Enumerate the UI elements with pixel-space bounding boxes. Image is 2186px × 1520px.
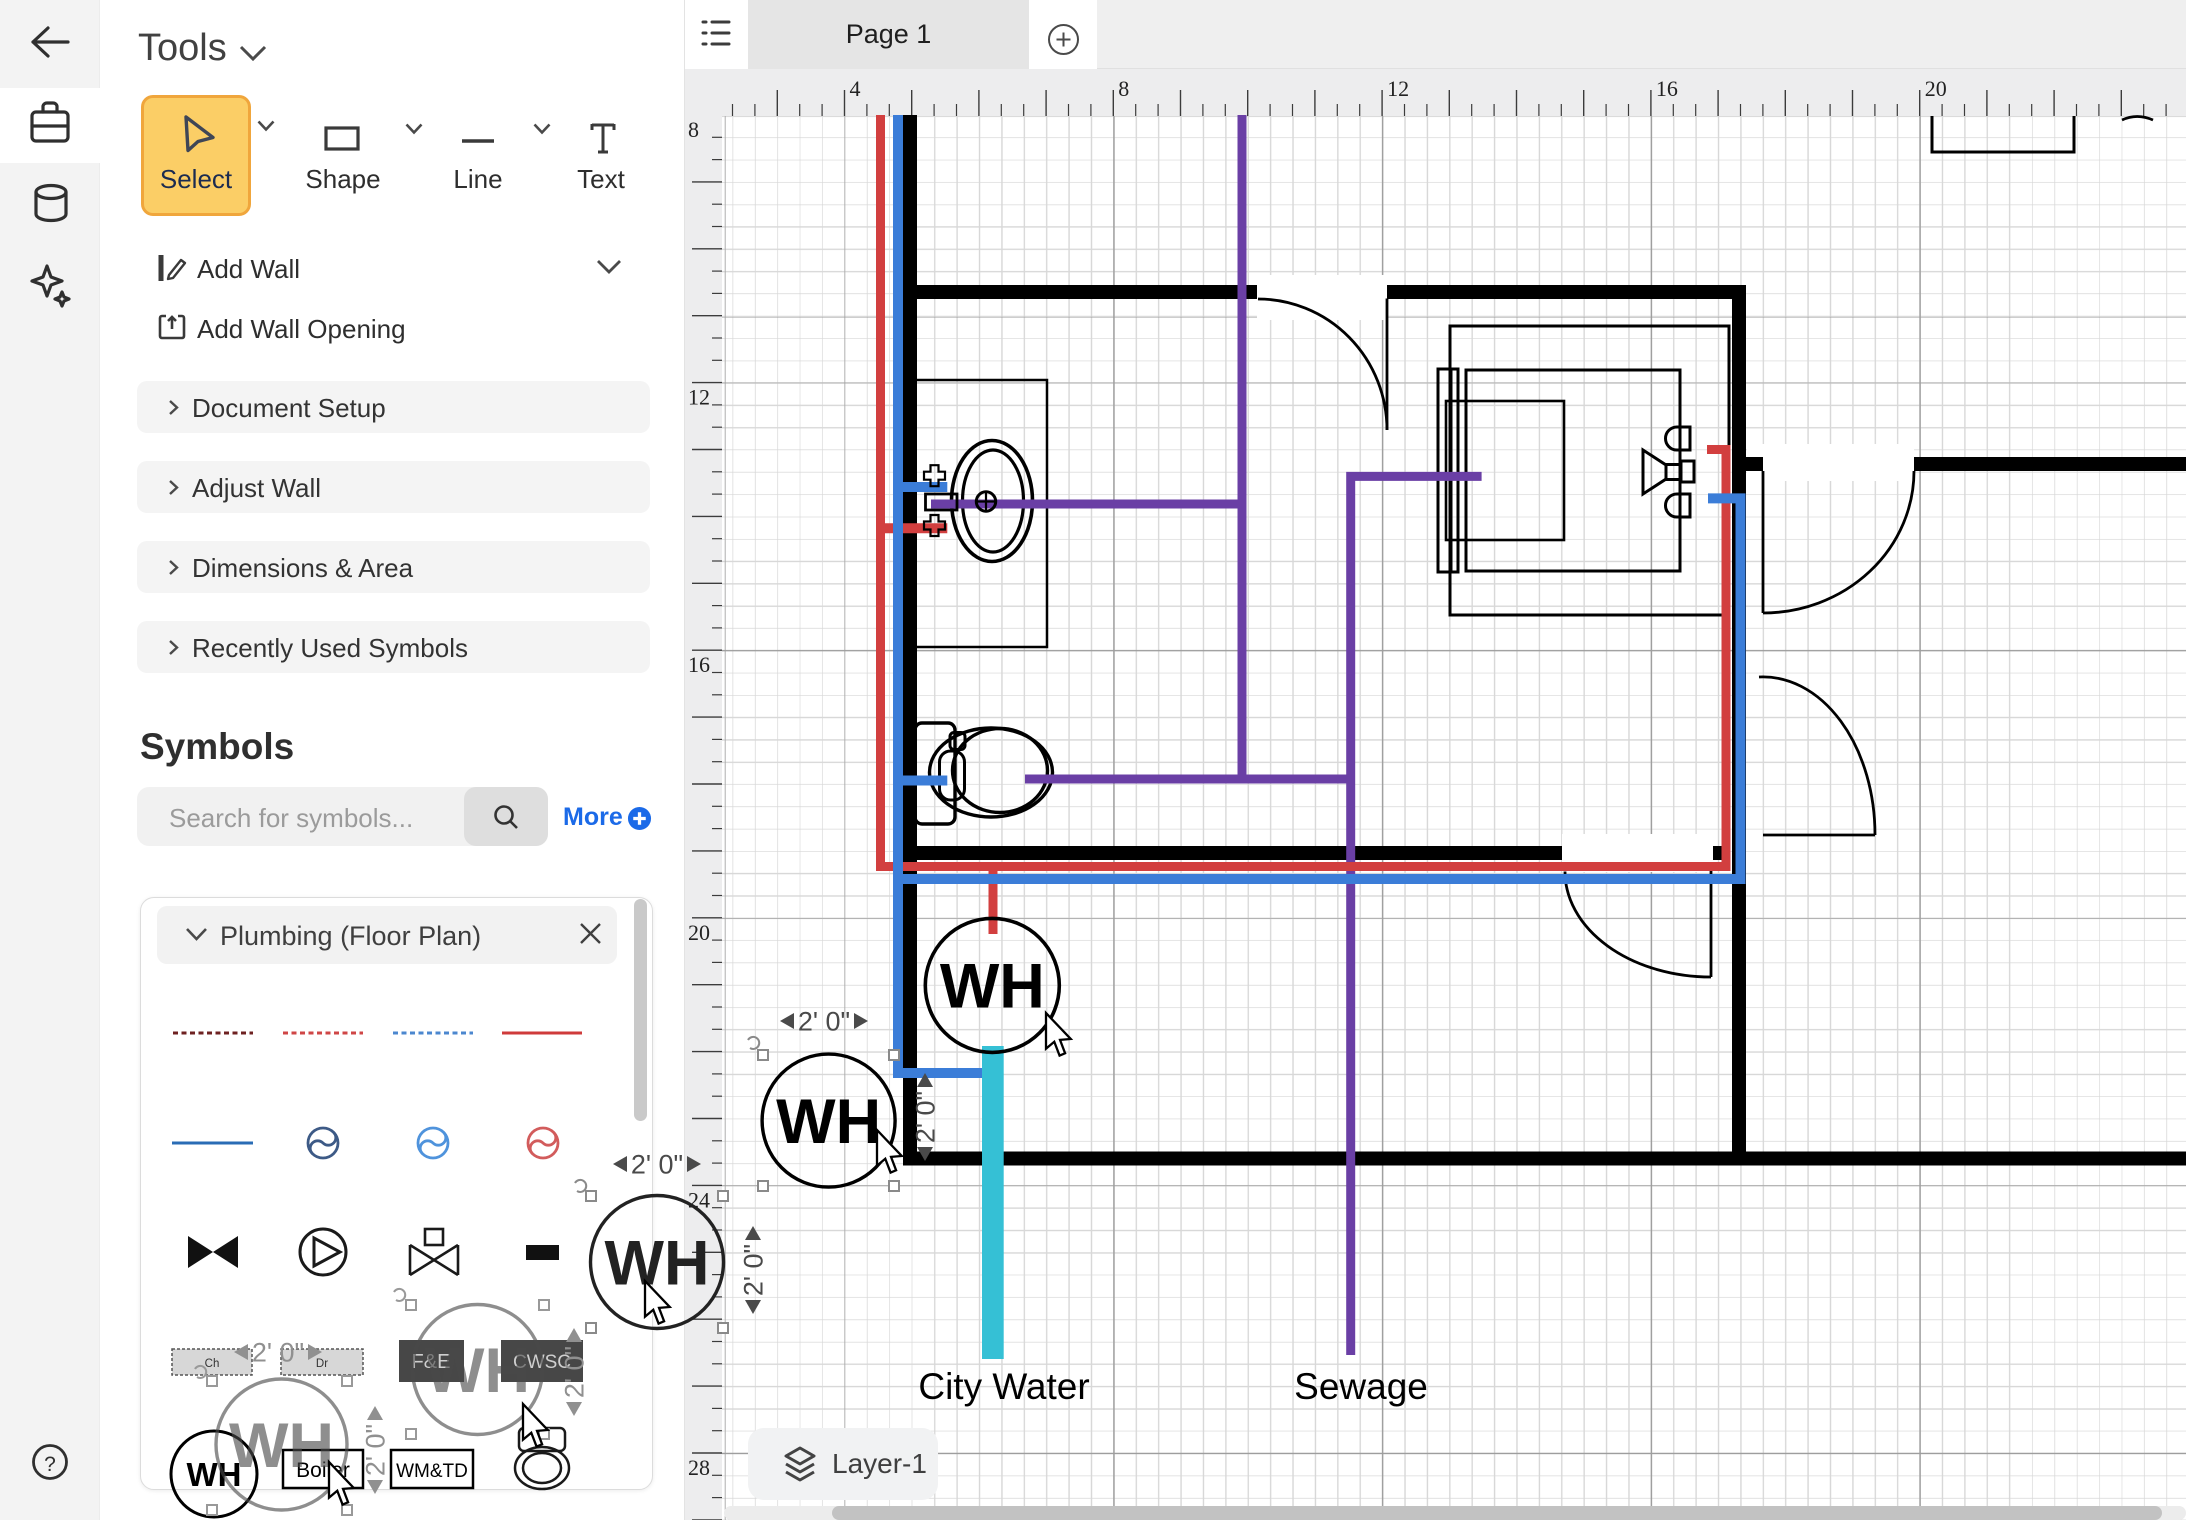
svg-text:2' 0": 2' 0" [631,1150,683,1180]
svg-text:WH: WH [229,1411,334,1481]
svg-text:2' 0": 2' 0" [560,1346,590,1398]
svg-text:2' 0": 2' 0" [252,1338,304,1368]
svg-text:2' 0": 2' 0" [361,1424,391,1476]
svg-text:WH: WH [776,1087,881,1157]
svg-text:2' 0": 2' 0" [739,1244,769,1296]
svg-text:2' 0": 2' 0" [911,1091,941,1143]
svg-text:WH: WH [425,1336,530,1406]
svg-text:2' 0": 2' 0" [798,1007,850,1037]
svg-text:WH: WH [605,1228,710,1298]
